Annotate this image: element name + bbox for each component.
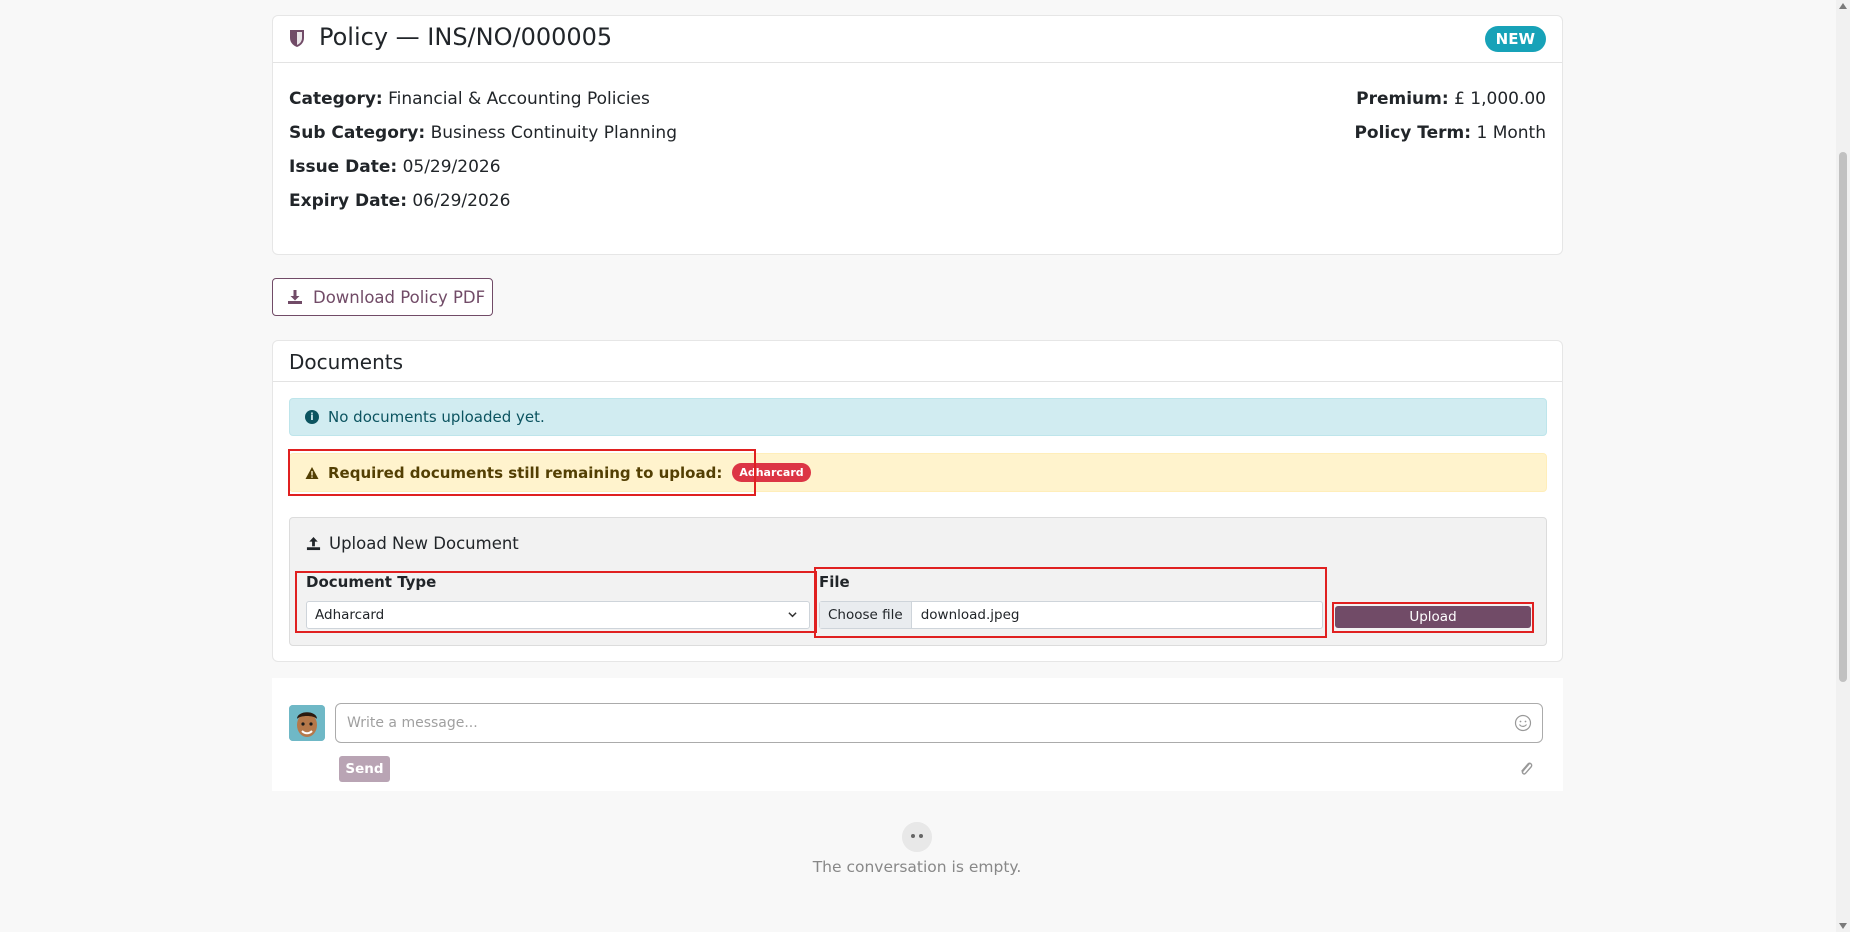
download-policy-pdf-button[interactable]: Download Policy PDF (272, 278, 493, 316)
choose-file-button[interactable]: Choose file (820, 602, 912, 628)
document-type-select[interactable]: Adharcard (306, 601, 810, 629)
documents-title: Documents (289, 350, 404, 374)
policy-term-field: Policy Term: 1 Month (1354, 123, 1546, 143)
upload-icon (306, 536, 321, 551)
chevron-down-icon (788, 612, 797, 618)
premium-value: £ 1,000.00 (1454, 89, 1546, 109)
sub-category-label: Sub Category: (289, 123, 426, 143)
document-type-label: Document Type (306, 573, 437, 591)
page-title: Policy — INS/NO/000005 (319, 23, 613, 51)
vertical-scrollbar[interactable] (1836, 0, 1850, 932)
message-input[interactable]: Write a message... (335, 703, 1543, 743)
warning-icon (305, 466, 319, 479)
file-label: File (819, 573, 850, 591)
download-icon (288, 290, 302, 304)
policy-term-value: 1 Month (1476, 123, 1546, 143)
policy-term-label: Policy Term: (1354, 123, 1472, 143)
required-documents-alert: Required documents still remaining to up… (289, 453, 1547, 492)
sub-category-field: Sub Category: Business Continuity Planni… (289, 123, 677, 143)
send-button[interactable]: Send (339, 756, 390, 782)
premium-label: Premium: (1356, 89, 1449, 109)
scroll-thumb[interactable] (1839, 152, 1847, 682)
smile-icon[interactable] (1514, 714, 1532, 732)
paperclip-icon[interactable] (1518, 760, 1534, 778)
scroll-up-arrow-icon[interactable] (1839, 3, 1847, 9)
upload-button[interactable]: Upload (1335, 606, 1531, 628)
premium-field: Premium: £ 1,000.00 (1356, 89, 1546, 109)
selected-file-name: download.jpeg (920, 607, 1020, 623)
sub-category-value: Business Continuity Planning (430, 123, 677, 143)
document-type-value: Adharcard (315, 607, 385, 623)
message-placeholder: Write a message... (347, 715, 478, 731)
chatter-composer: Write a message... Send (272, 678, 1563, 791)
policy-card: Policy — INS/NO/000005 NEW Category: Fin… (272, 15, 1563, 255)
issue-date-value: 05/29/2026 (402, 157, 501, 177)
required-documents-message: Required documents still remaining to up… (328, 463, 723, 482)
expiry-date-label: Expiry Date: (289, 191, 407, 211)
upload-document-panel: Upload New Document Document Type Adharc… (289, 517, 1547, 646)
avatar (289, 705, 325, 741)
expiry-date-value: 06/29/2026 (412, 191, 511, 211)
no-documents-message: No documents uploaded yet. (328, 408, 545, 426)
documents-card: Documents i No documents uploaded yet. R… (272, 340, 1563, 662)
category-value: Financial & Accounting Policies (388, 89, 650, 109)
no-documents-alert: i No documents uploaded yet. (289, 398, 1547, 436)
category-label: Category: (289, 89, 383, 109)
shield-icon (290, 30, 304, 47)
policy-header: Policy — INS/NO/000005 NEW (273, 16, 1562, 63)
required-document-badge: Adharcard (732, 463, 811, 482)
upload-panel-title: Upload New Document (306, 534, 519, 553)
scroll-down-arrow-icon[interactable] (1839, 923, 1847, 929)
documents-header: Documents (273, 341, 1562, 382)
expiry-date-field: Expiry Date: 06/29/2026 (289, 191, 510, 211)
upload-title-label: Upload New Document (329, 534, 519, 553)
category-field: Category: Financial & Accounting Policie… (289, 89, 650, 109)
file-input[interactable]: Choose file download.jpeg (819, 601, 1323, 629)
info-icon: i (305, 410, 319, 424)
issue-date-label: Issue Date: (289, 157, 398, 177)
avatar-image (289, 705, 325, 741)
empty-conversation-icon (902, 822, 932, 852)
issue-date-field: Issue Date: 05/29/2026 (289, 157, 501, 177)
empty-conversation-text: The conversation is empty. (812, 858, 1022, 876)
download-button-label: Download Policy PDF (313, 287, 486, 307)
status-badge: NEW (1484, 26, 1546, 52)
